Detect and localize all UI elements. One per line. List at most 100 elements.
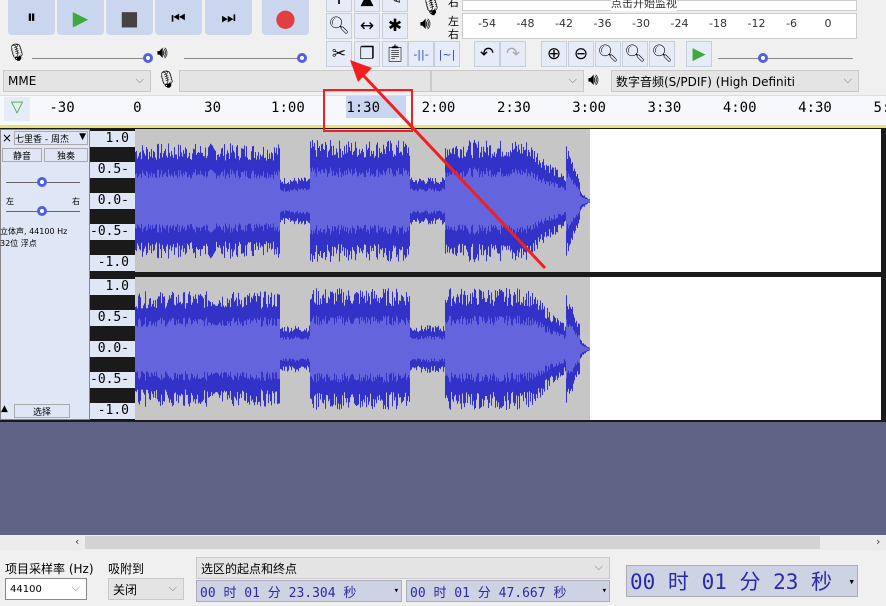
zoom-out-icon: ⊖ bbox=[573, 44, 589, 64]
meter-tick-label: -24 bbox=[670, 17, 689, 30]
pan-left-label: 左 bbox=[6, 197, 14, 206]
solo-button[interactable]: 独奏 bbox=[44, 148, 88, 162]
pause-button[interactable]: ⏸ bbox=[8, 0, 55, 35]
selection-tool[interactable]: I bbox=[326, 0, 352, 12]
i-beam-icon: I bbox=[336, 0, 341, 9]
zoom-toggle-button[interactable]: 🔍︎ bbox=[649, 41, 675, 67]
zoom-tool[interactable]: 🔍︎ bbox=[326, 13, 352, 39]
microphone-icon: 🎙︎ bbox=[6, 43, 28, 63]
stop-button[interactable]: ■ bbox=[106, 0, 153, 35]
meter-tick-label: -36 bbox=[593, 17, 612, 30]
waveform-display[interactable] bbox=[135, 129, 881, 420]
audio-position-time[interactable]: 00 时 01 分 23 秒 ▾ bbox=[626, 565, 858, 597]
timeline-options-button[interactable]: ▽ bbox=[4, 97, 30, 121]
waveform-rms bbox=[135, 167, 590, 235]
zoom-out-button[interactable]: ⊖ bbox=[568, 41, 594, 67]
track-control-panel bbox=[0, 129, 90, 420]
recording-device-dropdown[interactable] bbox=[179, 70, 431, 92]
playback-volume-slider[interactable] bbox=[184, 58, 302, 59]
speaker-icon: 🔊︎ bbox=[157, 43, 168, 63]
undo-button[interactable]: ↶ bbox=[474, 41, 500, 67]
fit-selection-button[interactable]: 🔍︎ bbox=[595, 41, 621, 67]
skip-to-end-button[interactable]: ⏭ bbox=[205, 0, 252, 35]
empty-track-area[interactable] bbox=[0, 422, 886, 535]
amplitude-scale-label: -0.5- bbox=[90, 224, 135, 240]
meter-tick-label: -30 bbox=[632, 17, 650, 30]
close-track-button[interactable]: × bbox=[1, 131, 13, 145]
play-icon: ▶ bbox=[692, 44, 706, 64]
ruler-tick-label: 30 bbox=[204, 100, 222, 116]
paste-button[interactable]: 📋︎ bbox=[382, 41, 408, 67]
play-speed-thumb[interactable] bbox=[758, 53, 768, 63]
selection-mode-dropdown[interactable]: 选区的起点和终点 ⌵ bbox=[196, 557, 610, 579]
selection-start-time[interactable]: 00 时 01 分 23.304 秒 ▾ bbox=[196, 580, 402, 602]
cut-button[interactable]: ✂ bbox=[326, 41, 352, 67]
meter-tick-label: -42 bbox=[555, 17, 573, 30]
record-button[interactable]: ● bbox=[262, 0, 309, 35]
scissors-icon: ✂ bbox=[331, 44, 347, 64]
scroll-right-icon[interactable]: › bbox=[876, 535, 880, 548]
ruler-tick-label: -30 bbox=[49, 100, 75, 116]
redo-button: ↷ bbox=[500, 41, 526, 67]
amplitude-scale-label: 1.0 bbox=[90, 131, 135, 147]
fit-project-icon: 🔍︎ bbox=[624, 44, 646, 64]
project-rate-dropdown[interactable]: 44100 ⌵ bbox=[5, 578, 87, 600]
meter-tick-label: -54 bbox=[478, 17, 496, 30]
draw-tool[interactable]: ✎ bbox=[382, 0, 408, 12]
monitor-hint: 点击开始监视 bbox=[611, 0, 677, 11]
select-track-button[interactable]: 选择 bbox=[14, 404, 70, 418]
fit-selection-icon: 🔍︎ bbox=[597, 44, 619, 64]
recording-channels-dropdown[interactable]: ⌵ bbox=[431, 70, 584, 92]
audio-host-dropdown[interactable]: MME ⌵ bbox=[3, 70, 151, 92]
trim-icon: -||- bbox=[413, 47, 429, 61]
record-volume-thumb[interactable] bbox=[143, 53, 153, 63]
mute-button[interactable]: 静音 bbox=[2, 148, 42, 162]
amplitude-scale-label: 1.0 bbox=[90, 279, 135, 295]
ruler-tick-label: 2:00 bbox=[421, 100, 456, 116]
amplitude-scale-label: 0.5- bbox=[90, 162, 135, 178]
magnifier-icon: 🔍︎ bbox=[328, 16, 350, 36]
playback-device-dropdown[interactable]: 数字音频(S/PDIF) (High Definiti ⌵ bbox=[611, 70, 859, 92]
scroll-left-icon[interactable]: ‹ bbox=[75, 535, 79, 548]
track-name-menu[interactable]: 七里香 - 周杰 ▼ bbox=[14, 131, 88, 145]
time-shift-tool[interactable]: ↔ bbox=[354, 13, 380, 39]
ruler-tick-label: 1:00 bbox=[271, 100, 305, 116]
stop-icon: ■ bbox=[120, 5, 139, 30]
meter-tick-label: -48 bbox=[516, 17, 535, 30]
selection-end-time[interactable]: 00 时 01 分 47.667 秒 ▾ bbox=[406, 580, 610, 602]
pan-thumb[interactable] bbox=[37, 206, 47, 216]
pencil-icon: ✎ bbox=[388, 0, 402, 9]
meter-tick-label: -12 bbox=[747, 17, 766, 30]
record-meter[interactable]: 点击开始监视 bbox=[462, 0, 857, 11]
redo-icon: ↷ bbox=[505, 44, 521, 64]
copy-icon: ❐ bbox=[359, 44, 375, 64]
meter-right-label: 右 bbox=[448, 0, 459, 9]
collapse-track-button[interactable]: ▲ bbox=[1, 404, 13, 418]
envelope-tool[interactable]: ▲ bbox=[354, 0, 380, 12]
skip-to-start-button[interactable]: ⏮ bbox=[155, 0, 202, 35]
playback-volume-thumb[interactable] bbox=[297, 53, 307, 63]
scrollbar-thumb[interactable] bbox=[85, 536, 820, 549]
skip-start-icon: ⏮ bbox=[171, 7, 186, 27]
play-at-speed-button[interactable]: ▶ bbox=[686, 41, 712, 67]
zoom-in-button[interactable]: ⊕ bbox=[541, 41, 567, 67]
zoom-toggle-icon: 🔍︎ bbox=[651, 44, 673, 64]
silence-button[interactable]: |~| bbox=[434, 41, 460, 67]
waveform-rms bbox=[135, 315, 590, 383]
meter-tick-label: -18 bbox=[709, 17, 727, 30]
amplitude-scale-label: -0.5- bbox=[90, 372, 135, 388]
record-volume-slider[interactable] bbox=[32, 58, 148, 59]
gain-thumb[interactable] bbox=[37, 177, 47, 187]
ruler-tick-label: 2:30 bbox=[496, 100, 531, 116]
ruler-tick-label: 3:00 bbox=[572, 100, 606, 116]
snap-to-label: 吸附到 bbox=[108, 562, 145, 576]
amplitude-scale-label: 0.5- bbox=[90, 310, 135, 326]
multi-tool[interactable]: ✱ bbox=[382, 13, 408, 39]
snap-to-dropdown[interactable]: 关闭 ⌵ bbox=[108, 578, 184, 600]
copy-button[interactable]: ❐ bbox=[354, 41, 380, 67]
pan-right-label: 右 bbox=[72, 197, 80, 206]
play-button[interactable]: ▶ bbox=[57, 0, 104, 35]
trim-button[interactable]: -||- bbox=[408, 41, 434, 67]
play-speed-slider[interactable] bbox=[718, 58, 853, 59]
fit-project-button[interactable]: 🔍︎ bbox=[622, 41, 648, 67]
